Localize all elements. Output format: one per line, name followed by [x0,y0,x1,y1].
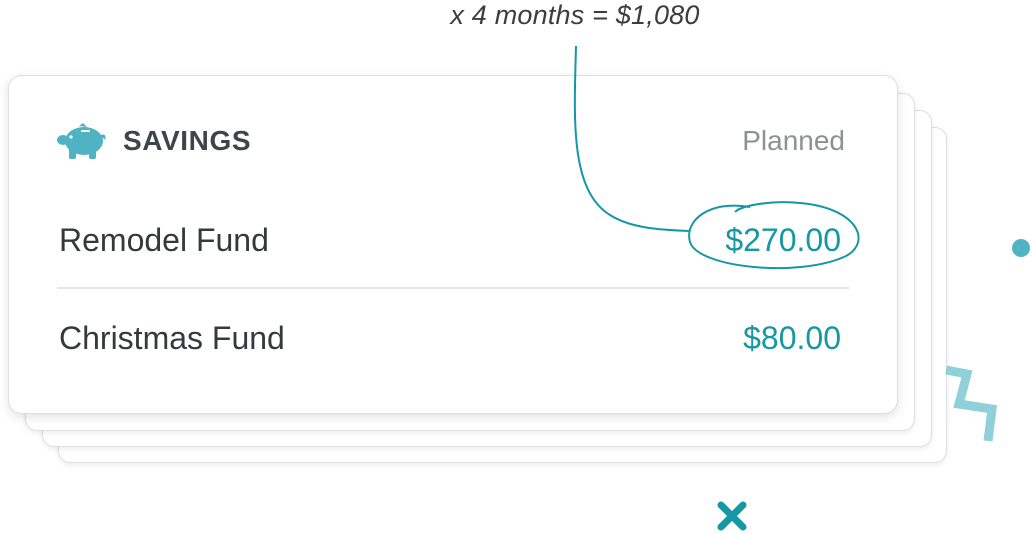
planned-column-header: Planned [742,125,845,156]
row-divider [57,287,849,289]
row-label: Remodel Fund [59,222,269,258]
budget-row-remodel-fund[interactable]: Remodel Fund $270.00 [57,210,849,270]
row-label: Christmas Fund [59,320,285,356]
planned-amount[interactable]: $270.00 [725,222,841,259]
piggy-bank-icon [57,123,106,159]
zigzag-icon [945,365,998,442]
section-title: SAVINGS [123,125,252,156]
budget-row-christmas-fund[interactable]: Christmas Fund $80.00 [57,308,849,368]
card-header: SAVINGS Planned [57,121,845,161]
planned-amount[interactable]: $80.00 [743,320,841,357]
annotation-text: x 4 months = $1,080 [450,0,700,30]
savings-card: SAVINGS Planned Remodel Fund $270.00 Chr… [8,75,898,414]
close-icon [717,501,747,531]
dot-icon [1012,239,1030,257]
